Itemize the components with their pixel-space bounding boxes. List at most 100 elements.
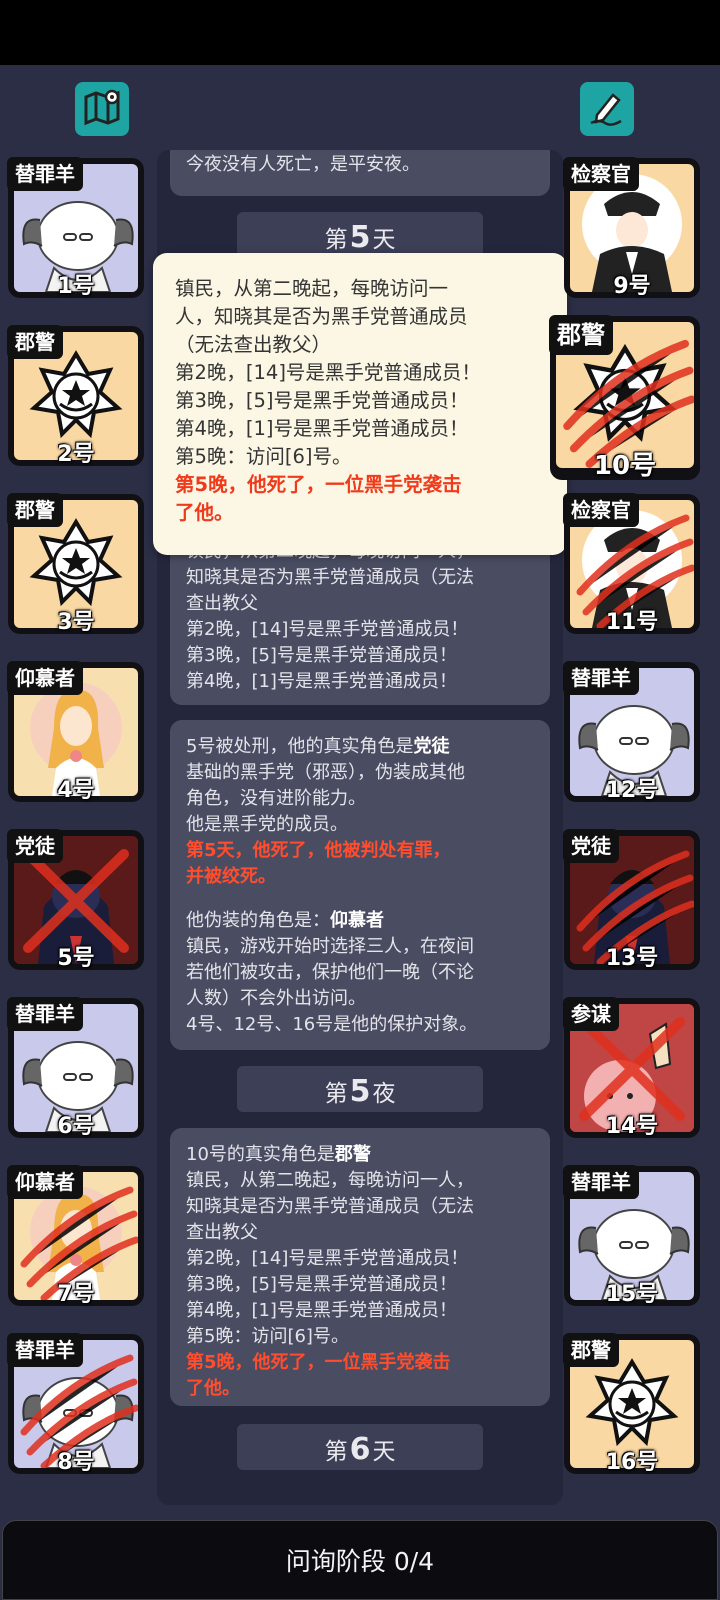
player-role-tag: 仰慕者 [7, 1165, 83, 1199]
log-line: 第2晚，[14]号是黑手党普通成员！ [186, 1248, 469, 1269]
player-role-tag: 检察官 [563, 493, 639, 527]
log-text: 今夜没有人死亡，是平安夜。 [186, 154, 420, 175]
log-line: 10号的真实角色是郡警 [186, 1142, 534, 1168]
player-role-tag: 郡警 [549, 315, 613, 355]
log-text: 10号的真实角色是 [186, 1144, 335, 1165]
log-line: 查出教父 [186, 593, 258, 614]
log-line: 5号被处刑，他的真实角色是党徒 [186, 734, 534, 760]
player-number: 16号 [605, 1450, 659, 1475]
role-name: 仰慕者 [330, 910, 384, 931]
log-line: 镇民，从第二晚起，每晚访问一人， [186, 1170, 474, 1191]
log-line: 第4晚，[1]号是黑手党普通成员！ [186, 1300, 457, 1321]
player-role-tag: 郡警 [563, 1333, 619, 1367]
player-card-14[interactable]: 参谋 14号 [563, 997, 700, 1139]
player-card-12[interactable]: 替罪羊 12号 [563, 661, 700, 803]
player-number: 10号 [593, 451, 657, 481]
player-card-8[interactable]: 替罪羊 8号 [7, 1333, 144, 1475]
day-prefix: 第 [324, 1439, 348, 1465]
player-number: 6号 [57, 1114, 95, 1139]
player-card-16[interactable]: 郡警 16号 [563, 1333, 700, 1475]
night-number: 5 [349, 1074, 371, 1109]
player-role-tag: 检察官 [563, 157, 639, 191]
map-button[interactable] [75, 82, 129, 136]
popup-line: 第5晚：访问[6]号。 [175, 445, 352, 468]
player-role-tag: 郡警 [7, 325, 63, 359]
player-card-1[interactable]: 替罪羊 1号 [7, 157, 144, 299]
day-prefix: 第 [324, 227, 348, 253]
log-line: 查出教父 [186, 1222, 258, 1243]
death-line: 并被绞死。 [186, 866, 276, 887]
log-line: 知晓其是否为黑手党普通成员（无法 [186, 567, 474, 588]
log-message-execution: 5号被处刑，他的真实角色是党徒 基础的黑手党（邪恶），伪装成其他 角色，没有进阶… [170, 720, 550, 1050]
player-number: 1号 [57, 274, 95, 299]
player-number: 11号 [605, 610, 659, 635]
night-5-label: 第5夜 [237, 1066, 483, 1112]
log-message-peaceful-night: 今夜没有人死亡，是平安夜。 [170, 150, 550, 196]
popup-line: （无法查出教父） [175, 333, 332, 356]
log-text: 5号被处刑，他的真实角色是 [186, 736, 414, 757]
death-line: 第5天，他死了，他被判处有罪， [186, 840, 451, 861]
day-5-label: 第5天 [237, 212, 483, 258]
log-line: 人数）不会外出访问。 [186, 988, 366, 1009]
player-role-tag: 参谋 [563, 997, 619, 1031]
player-card-2[interactable]: 郡警 2号 [7, 325, 144, 467]
player-card-11[interactable]: 检察官 11号 [563, 493, 700, 635]
role-info-popup[interactable]: 镇民，从第二晚起，每晚访问一 人，知晓其是否为黑手党普通成员 （无法查出教父） … [153, 253, 567, 555]
death-line: 第5晚，他死了，一位黑手党袭击 [186, 1352, 451, 1373]
log-line: 镇民，游戏开始时选择三人，在夜间 [186, 936, 474, 957]
player-number: 15号 [605, 1282, 659, 1307]
popup-line: 第4晚，[1]号是黑手党普通成员！ [175, 417, 469, 440]
player-number: 8号 [57, 1450, 95, 1475]
player-card-3[interactable]: 郡警 3号 [7, 493, 144, 635]
player-card-9[interactable]: 检察官 9号 [563, 157, 700, 299]
log-line: 第3晚，[5]号是黑手党普通成员！ [186, 1274, 457, 1295]
player-role-tag: 仰慕者 [7, 661, 83, 695]
popup-death-line: 了他。 [175, 501, 234, 524]
player-card-4[interactable]: 仰慕者 4号 [7, 661, 144, 803]
log-line: 他伪装的角色是：仰慕者 [186, 908, 534, 934]
day-suffix: 天 [372, 227, 396, 253]
popup-line: 第3晚，[5]号是黑手党普通成员！ [175, 389, 469, 412]
night-suffix: 夜 [372, 1081, 396, 1107]
log-line: 第5晚：访问[6]号。 [186, 1326, 349, 1347]
player-number: 5号 [57, 946, 95, 971]
player-role-tag: 郡警 [7, 493, 63, 527]
log-line: 角色，没有进阶能力。 [186, 788, 366, 809]
player-number: 14号 [605, 1114, 659, 1139]
night-prefix: 第 [324, 1081, 348, 1107]
player-card-6[interactable]: 替罪羊 6号 [7, 997, 144, 1139]
player-role-tag: 替罪羊 [7, 157, 83, 191]
log-line: 第2晚，[14]号是黑手党普通成员！ [186, 619, 469, 640]
log-line: 若他们被攻击，保护他们一晚（不论 [186, 962, 474, 983]
player-card-5[interactable]: 党徒 5号 [7, 829, 144, 971]
player-card-7[interactable]: 仰慕者 7号 [7, 1165, 144, 1307]
log-text: 他伪装的角色是： [186, 910, 330, 931]
player-role-tag: 党徒 [7, 829, 63, 863]
player-role-tag: 替罪羊 [563, 1165, 639, 1199]
player-card-15[interactable]: 替罪羊 15号 [563, 1165, 700, 1307]
role-name: 郡警 [334, 1144, 371, 1165]
map-pin-icon [82, 87, 122, 131]
log-line: 知晓其是否为黑手党普通成员（无法 [186, 1196, 474, 1217]
popup-line: 镇民，从第二晚起，每晚访问一 [175, 277, 449, 300]
log-line: 第4晚，[1]号是黑手党普通成员！ [186, 671, 457, 692]
notes-button[interactable] [580, 82, 634, 136]
day-number: 6 [349, 1432, 371, 1467]
popup-line: 第2晚，[14]号是黑手党普通成员！ [175, 361, 481, 384]
player-card-10[interactable]: 郡警 10号 [549, 315, 700, 481]
player-role-tag: 党徒 [563, 829, 619, 863]
popup-line: 人，知晓其是否为黑手党普通成员 [175, 305, 468, 328]
log-line: 他是黑手党的成员。 [186, 814, 348, 835]
log-line: 第3晚，[5]号是黑手党普通成员！ [186, 645, 457, 666]
day-suffix: 天 [372, 1439, 396, 1465]
player-card-13[interactable]: 党徒 13号 [563, 829, 700, 971]
player-number: 2号 [57, 442, 95, 467]
log-line: 基础的黑手党（邪恶），伪装成其他 [186, 762, 465, 783]
phase-bar[interactable]: 问询阶段 0/4 [2, 1520, 718, 1600]
day-number: 5 [349, 220, 371, 255]
log-message-reveal-10: 10号的真实角色是郡警 镇民，从第二晚起，每晚访问一人， 知晓其是否为黑手党普通… [170, 1128, 550, 1406]
player-number: 9号 [613, 274, 651, 299]
player-number: 13号 [605, 946, 659, 971]
pencil-icon [587, 87, 627, 131]
